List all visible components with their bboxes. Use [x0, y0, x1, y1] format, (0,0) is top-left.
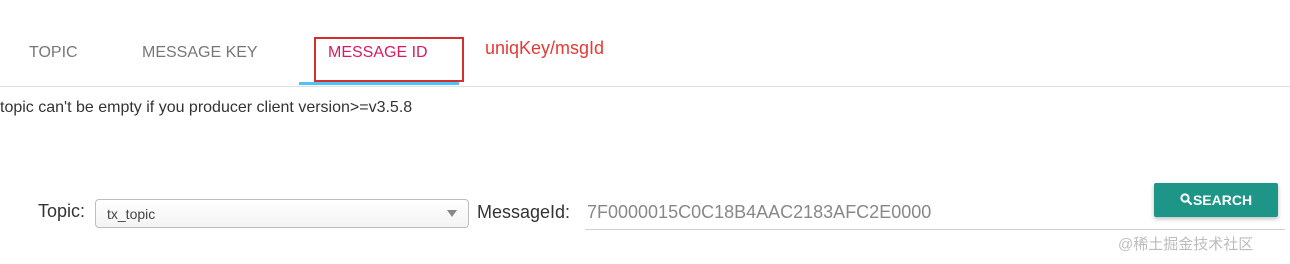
watermark: @稀土掘金技术社区	[1118, 236, 1254, 253]
annotation-label: uniqKey/msgId	[485, 38, 605, 58]
active-tab-indicator	[299, 82, 459, 85]
topic-label: Topic:	[38, 201, 86, 221]
topic-select-value: tx_topic	[107, 206, 156, 222]
notice-text: topic can't be empty if you producer cli…	[0, 99, 413, 116]
tab-topic[interactable]: TOPIC	[29, 44, 78, 62]
messageid-label: MessageId:	[477, 202, 571, 222]
search-icon	[1180, 192, 1193, 208]
page: TOPIC MESSAGE KEY MESSAGE ID uniqKey/msg…	[0, 0, 1290, 264]
search-button[interactable]: SEARCH	[1154, 183, 1278, 217]
topic-select[interactable]: tx_topic	[95, 199, 469, 228]
search-button-label: SEARCH	[1192, 192, 1253, 208]
caret-down-icon	[447, 210, 457, 217]
tab-message-key[interactable]: MESSAGE KEY	[142, 44, 258, 62]
highlight-box	[314, 37, 464, 82]
tab-bar: TOPIC MESSAGE KEY MESSAGE ID uniqKey/msg…	[0, 0, 1290, 87]
